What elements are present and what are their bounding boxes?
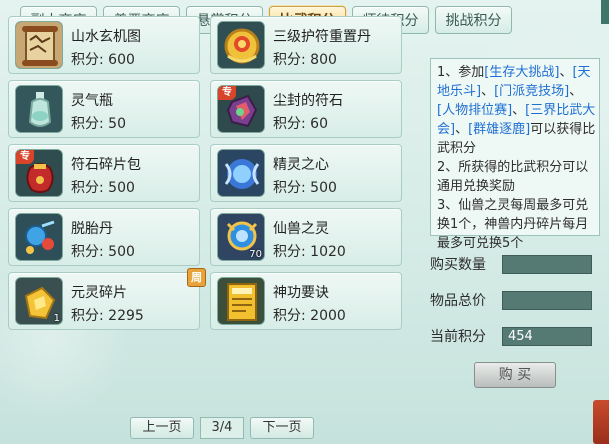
- shop-item[interactable]: 山水玄机图 积分: 600: [8, 16, 200, 74]
- item-price: 积分: 800: [273, 52, 337, 68]
- item-name: 灵气瓶: [71, 93, 113, 109]
- item-name: 尘封的符石: [273, 93, 343, 109]
- item-name: 仙兽之灵: [273, 221, 329, 237]
- shop-item[interactable]: 专 符石碎片包 积分: 500: [8, 144, 200, 202]
- rune-stone-icon: 专: [217, 85, 265, 133]
- item-name: 精灵之心: [273, 157, 329, 173]
- spirit-bottle-icon: [15, 85, 63, 133]
- weekly-limit-badge: 周: [187, 268, 206, 287]
- shop-item[interactable]: 脱胎丹 积分: 500: [8, 208, 200, 266]
- item-price: 积分: 500: [71, 244, 135, 260]
- shop-item[interactable]: 专 尘封的符石 积分: 60: [210, 80, 402, 138]
- item-price: 积分: 60: [273, 116, 328, 132]
- spirit-heart-icon: [217, 149, 265, 197]
- item-price: 积分: 500: [273, 180, 337, 196]
- skill-book-icon: [217, 277, 265, 325]
- total-price-field: [502, 291, 592, 310]
- quantity-input[interactable]: [502, 255, 592, 274]
- item-name: 脱胎丹: [71, 221, 113, 237]
- current-points-label: 当前积分: [430, 329, 486, 345]
- item-quantity: 70: [249, 249, 262, 260]
- item-name: 神功要诀: [273, 285, 329, 301]
- current-points-field: 454: [502, 327, 592, 346]
- item-price: 积分: 2000: [273, 308, 346, 324]
- item-name: 元灵碎片: [71, 285, 127, 301]
- window-corner-ornament: [593, 400, 609, 444]
- item-name: 符石碎片包: [71, 157, 141, 173]
- pagination: 上一页 3/4 下一页: [130, 417, 314, 439]
- shop-item[interactable]: 神功要诀 积分: 2000: [210, 272, 402, 330]
- rules-text-panel: 1、参加[生存大挑战]、[天地乐斗]、[门派竞技场]、[人物排位赛]、[三界比武…: [430, 58, 600, 251]
- item-price: 积分: 500: [71, 180, 135, 196]
- quantity-label: 购买数量: [430, 257, 486, 273]
- item-quantity: 1: [53, 313, 60, 324]
- rule-2: 2、所获得的比武积分可以通用兑换奖励: [437, 160, 589, 194]
- shop-item[interactable]: 三级护符重置丹 积分: 800: [210, 16, 402, 74]
- rebirth-pill-icon: [15, 213, 63, 261]
- exclusive-tag: 专: [218, 86, 236, 100]
- item-price: 积分: 2295: [71, 308, 144, 324]
- shop-item[interactable]: 灵气瓶 积分: 50: [8, 80, 200, 138]
- rule-3: 3、仙兽之灵每周最多可兑换1个，神兽内丹碎片每月最多可兑换5个: [437, 198, 589, 251]
- shop-item[interactable]: 70 仙兽之灵 积分: 1020: [210, 208, 402, 266]
- prev-page-button[interactable]: 上一页: [130, 417, 194, 439]
- rune-pouch-icon: 专: [15, 149, 63, 197]
- shop-item[interactable]: 1 元灵碎片 积分: 2295 周: [8, 268, 206, 330]
- next-page-button[interactable]: 下一页: [250, 417, 314, 439]
- exclusive-tag: 专: [16, 150, 34, 164]
- spirit-shard-icon: 1: [15, 277, 63, 325]
- window-edge: [601, 0, 609, 24]
- rule-1: 1、参加[生存大挑战]、[天地乐斗]、[门派竞技场]、[人物排位赛]、[三界比武…: [437, 65, 596, 156]
- golden-pill-icon: [217, 21, 265, 69]
- beast-orb-icon: 70: [217, 213, 265, 261]
- item-name: 山水玄机图: [71, 29, 141, 45]
- tab-challenge-points[interactable]: 挑战积分: [435, 6, 512, 34]
- item-price: 积分: 1020: [273, 244, 346, 260]
- item-price: 积分: 50: [71, 116, 126, 132]
- buy-button[interactable]: 购 买: [474, 362, 556, 388]
- total-price-label: 物品总价: [430, 293, 486, 309]
- item-price: 积分: 600: [71, 52, 135, 68]
- scroll-map-icon: [15, 21, 63, 69]
- page-indicator: 3/4: [200, 417, 244, 439]
- shop-item[interactable]: 精灵之心 积分: 500: [210, 144, 402, 202]
- item-name: 三级护符重置丹: [273, 29, 371, 45]
